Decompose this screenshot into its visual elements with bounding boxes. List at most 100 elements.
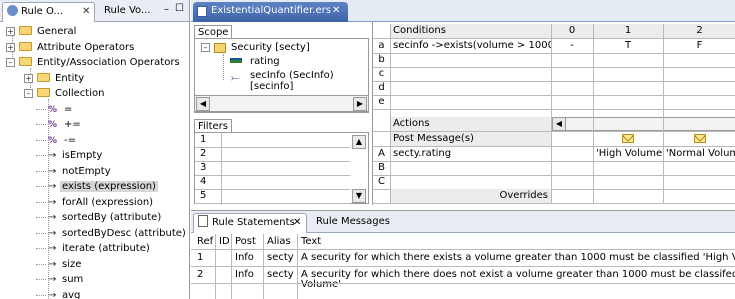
tab-rule-operators[interactable]: Rule O... ✕	[2, 2, 95, 22]
tab-rule-statements[interactable]: Rule Statements ✕	[193, 213, 307, 233]
scroll-down-icon[interactable]: ▼	[352, 189, 366, 203]
tree-item[interactable]: → sortedByDesc (attribute)	[36, 227, 188, 240]
condition-expression[interactable]	[390, 67, 551, 81]
tab-rule-vocabulary[interactable]: Rule Vo...	[100, 2, 162, 22]
folder-icon	[19, 41, 32, 51]
condition-expression[interactable]: secinfo ->exists(volume > 1000)	[390, 39, 551, 53]
tree-item[interactable]: → size	[36, 258, 83, 271]
tree-item[interactable]: → notEmpty	[36, 165, 113, 178]
collapse-icon[interactable]: –	[24, 89, 33, 98]
actions-hscrollbar[interactable]	[551, 117, 735, 131]
scope-child-secinfo[interactable]: secInfo (SecInfo) [secinfo]	[250, 70, 368, 92]
scroll-left-icon[interactable]: ◀	[196, 97, 210, 111]
condition-value-cell[interactable]: T	[593, 39, 663, 53]
action-expression[interactable]	[390, 161, 551, 175]
expand-icon[interactable]: +	[6, 42, 15, 52]
scope-child-rating[interactable]: rating	[250, 56, 280, 67]
condition-value-cell[interactable]	[593, 53, 663, 67]
statement-ref-cell[interactable]: 1	[195, 251, 217, 265]
scroll-up-icon[interactable]: ▲	[352, 135, 366, 149]
tree-item[interactable]: + General	[6, 25, 78, 38]
action-value-cell[interactable]: 'Normal Volume'	[663, 147, 735, 161]
grid-line	[231, 234, 232, 299]
condition-expression[interactable]	[390, 95, 551, 109]
tree-connector	[36, 139, 46, 141]
statements-column-header[interactable]: Text	[299, 235, 735, 249]
tree-item-label: =	[64, 103, 73, 115]
tree-item[interactable]: – Collection	[24, 87, 106, 100]
tree-item[interactable]: → isEmpty	[36, 149, 104, 162]
entity-icon	[214, 43, 226, 53]
rule-statements-view: Rule Statements ✕ Rule Messages Ref ID Pos…	[191, 210, 735, 299]
maximize-button[interactable]: ☐	[175, 3, 184, 14]
scroll-left-icon[interactable]: ◀	[552, 117, 566, 131]
condition-value-cell[interactable]	[663, 95, 735, 109]
filter-row-number: 3	[200, 162, 207, 173]
post-message-icon-cell	[593, 132, 663, 146]
tree-connector	[36, 201, 46, 203]
action-expression[interactable]	[390, 175, 551, 189]
action-value-cell[interactable]	[551, 147, 593, 161]
tree-item[interactable]: → avg	[36, 289, 82, 299]
condition-value-cell[interactable]	[551, 81, 593, 95]
tree-connector	[36, 263, 46, 265]
scope-root[interactable]: Security [secty]	[231, 42, 310, 53]
filter-cell[interactable]	[222, 133, 350, 147]
action-expression[interactable]: secty.rating	[390, 147, 551, 161]
tab-existential-quantifier[interactable]: ExistentialQuantifier.ers ✕	[193, 2, 348, 22]
tree-item[interactable]: → forAll (expression)	[36, 196, 155, 209]
statements-column-header[interactable]: Ref	[195, 235, 217, 249]
tree-item[interactable]: % +=	[36, 118, 83, 131]
collapse-icon[interactable]: –	[6, 58, 15, 67]
statements-column-header[interactable]: Alias	[265, 235, 299, 249]
action-value-cell[interactable]: 'High Volume'	[593, 147, 663, 161]
tree-item[interactable]: % -=	[36, 134, 78, 147]
condition-value-cell[interactable]	[593, 95, 663, 109]
tab-rule-messages[interactable]: Rule Messages	[316, 213, 396, 233]
tree-item[interactable]: + Entity	[24, 72, 86, 85]
condition-value-cell[interactable]: -	[551, 39, 593, 53]
condition-expression[interactable]	[390, 53, 551, 67]
expand-icon[interactable]: +	[6, 27, 15, 36]
condition-value-cell[interactable]	[663, 81, 735, 95]
tree-item[interactable]: → iterate (attribute)	[36, 242, 152, 255]
scope-hscrollbar[interactable]: ◀ ▶	[194, 95, 369, 112]
statement-post-cell[interactable]: Info	[233, 268, 265, 282]
condition-value-cell[interactable]	[551, 53, 593, 67]
statement-alias-cell[interactable]: secty	[265, 251, 299, 265]
statement-post-cell[interactable]: Info	[233, 251, 265, 265]
filter-cell[interactable]	[222, 189, 350, 203]
condition-value-cell[interactable]	[593, 81, 663, 95]
folder-icon	[19, 26, 32, 35]
statement-alias-cell[interactable]: secty	[265, 268, 299, 282]
filter-cell[interactable]	[222, 161, 350, 175]
statement-text-cell[interactable]: A security for which there exists a volu…	[299, 251, 735, 265]
condition-value-cell[interactable]: F	[663, 39, 735, 53]
close-icon[interactable]: ✕	[82, 3, 90, 21]
close-icon[interactable]: ✕	[332, 2, 340, 20]
tree-item[interactable]: + Attribute Operators	[6, 41, 136, 54]
condition-value-cell[interactable]	[551, 67, 593, 81]
condition-value-cell[interactable]	[663, 67, 735, 81]
condition-expression[interactable]	[390, 81, 551, 95]
statements-column-header[interactable]: Post	[233, 235, 265, 249]
condition-value-cell[interactable]	[593, 67, 663, 81]
filter-cell[interactable]	[222, 147, 350, 161]
statement-ref-cell[interactable]: 2	[195, 268, 217, 282]
close-icon[interactable]: ✕	[293, 214, 301, 232]
tree-item[interactable]: → exists (expression)	[36, 180, 158, 193]
document-icon	[198, 215, 208, 227]
tree-item[interactable]: – Entity/Association Operators	[6, 56, 182, 69]
arrow-icon: →	[48, 243, 57, 254]
tree-item[interactable]: % =	[36, 103, 74, 116]
expand-icon[interactable]: +	[24, 73, 33, 83]
tree-item[interactable]: → sortedBy (attribute)	[36, 211, 163, 224]
tree-item[interactable]: → sum	[36, 273, 85, 286]
minimize-button[interactable]: –	[164, 4, 169, 15]
statement-text-cell[interactable]: Volume'	[299, 279, 735, 291]
collapse-icon[interactable]: –	[201, 43, 210, 52]
condition-value-cell[interactable]	[551, 95, 593, 109]
scroll-right-icon[interactable]: ▶	[353, 97, 367, 111]
condition-value-cell[interactable]	[663, 53, 735, 67]
filter-cell[interactable]	[222, 175, 350, 189]
